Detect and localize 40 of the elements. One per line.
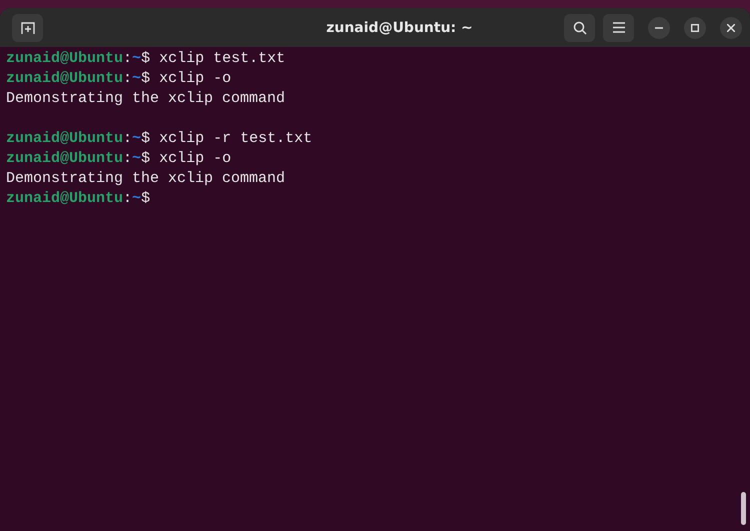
prompt-path: ~ <box>132 70 142 87</box>
search-button[interactable] <box>564 14 595 42</box>
prompt-symbol: $ <box>141 150 150 167</box>
command-text: xclip -r test.txt <box>158 130 312 147</box>
prompt-path: ~ <box>132 50 142 67</box>
search-icon <box>572 20 586 34</box>
prompt-path: ~ <box>132 190 142 207</box>
prompt-symbol: $ <box>141 190 150 207</box>
maximize-button[interactable] <box>684 16 706 38</box>
prompt-symbol: $ <box>141 130 150 147</box>
close-icon <box>727 24 735 32</box>
command-text: xclip -o <box>158 70 232 87</box>
prompt-separator: : <box>123 70 132 87</box>
new-tab-button[interactable] <box>12 14 43 42</box>
output-text: Demonstrating the xclip command <box>6 170 286 187</box>
command-text: xclip test.txt <box>158 50 286 67</box>
prompt-user: zunaid@Ubuntu <box>6 50 124 67</box>
prompt-separator: : <box>123 190 132 207</box>
menu-button[interactable] <box>603 14 634 42</box>
prompt-separator: : <box>123 130 132 147</box>
prompt-user: zunaid@Ubuntu <box>6 130 124 147</box>
prompt-user: zunaid@Ubuntu <box>6 70 124 87</box>
prompt-path: ~ <box>132 150 142 167</box>
prompt-user: zunaid@Ubuntu <box>6 190 124 207</box>
new-tab-icon <box>20 20 34 34</box>
output-text: Demonstrating the xclip command <box>6 90 286 107</box>
prompt-user: zunaid@Ubuntu <box>6 150 124 167</box>
minimize-button[interactable] <box>648 16 670 38</box>
window-title: zunaid@Ubuntu: ~ <box>325 20 474 36</box>
prompt-symbol: $ <box>141 50 150 67</box>
command-text: xclip -o <box>158 150 232 167</box>
close-button[interactable] <box>720 16 742 38</box>
prompt-path: ~ <box>132 130 142 147</box>
prompt-separator: : <box>123 150 132 167</box>
prompt-symbol: $ <box>141 70 150 87</box>
menu-icon <box>612 22 624 33</box>
scrollbar[interactable] <box>741 492 746 525</box>
maximize-icon <box>691 24 699 32</box>
prompt-separator: : <box>123 50 132 67</box>
minimize-icon <box>655 26 663 28</box>
